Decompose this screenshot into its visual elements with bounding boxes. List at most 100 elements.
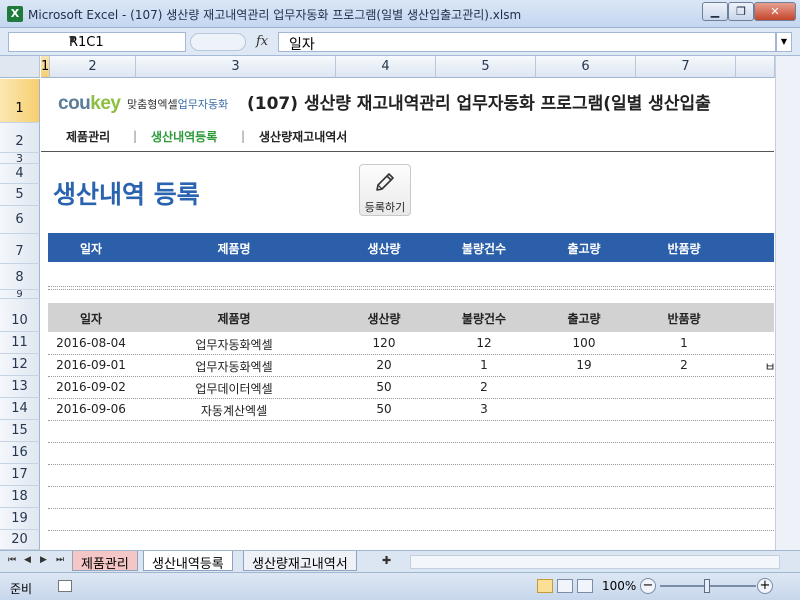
- cell-date[interactable]: 2016-09-06: [48, 402, 134, 416]
- column-header[interactable]: 4: [336, 56, 436, 78]
- row-header[interactable]: 18: [0, 486, 40, 508]
- vertical-scrollbar[interactable]: [775, 56, 800, 550]
- macro-record-icon[interactable]: [58, 580, 72, 592]
- sheet-tab-inventory-report[interactable]: 생산량재고내역서: [243, 551, 357, 572]
- row-header[interactable]: 10: [0, 299, 40, 332]
- cell-shipped[interactable]: 100: [534, 336, 634, 350]
- page-title: (107) 생산량 재고내역관리 업무자동화 프로그램(일별 생산입출: [247, 94, 711, 114]
- cell-defects[interactable]: 12: [434, 336, 534, 350]
- zoom-in-icon[interactable]: +: [757, 578, 773, 594]
- cell-extra[interactable]: ㅂ: [763, 358, 774, 375]
- formula-input[interactable]: 일자: [278, 32, 776, 53]
- cell-product[interactable]: 자동계산엑셀: [134, 402, 334, 419]
- row-header[interactable]: 3: [0, 153, 40, 164]
- input-header-returned: 반품량: [667, 242, 701, 256]
- status-bar: 준비 100% − +: [0, 572, 800, 600]
- page-layout-view-icon[interactable]: [557, 579, 573, 593]
- cell-defects[interactable]: 2: [434, 380, 534, 394]
- row-border: [48, 508, 774, 509]
- nav-item-production-entry[interactable]: 생산내역등록: [151, 128, 217, 145]
- sheet-tab-production-entry[interactable]: 생산내역등록: [143, 551, 233, 572]
- next-sheet-icon[interactable]: ▶: [40, 555, 47, 565]
- cell-produced[interactable]: 120: [334, 336, 434, 350]
- nav-divider: [41, 151, 774, 152]
- row-header[interactable]: 8: [0, 264, 40, 290]
- section-title: 생산내역 등록: [53, 180, 200, 209]
- cell-date[interactable]: 2016-09-02: [48, 380, 134, 394]
- page-break-view-icon[interactable]: [577, 579, 593, 593]
- row-header[interactable]: 15: [0, 420, 40, 442]
- nav-item-products[interactable]: 제품관리: [66, 128, 110, 145]
- restore-button[interactable]: ❐: [728, 2, 754, 21]
- select-all-corner[interactable]: [0, 56, 40, 78]
- column-header-partial[interactable]: [736, 56, 775, 78]
- cell-returned[interactable]: 2: [634, 358, 734, 372]
- column-header[interactable]: 6: [536, 56, 636, 78]
- row-header[interactable]: 5: [0, 184, 40, 206]
- minimize-button[interactable]: ▁: [702, 2, 728, 21]
- normal-view-icon[interactable]: [537, 579, 553, 593]
- column-header[interactable]: 3: [136, 56, 336, 78]
- register-button[interactable]: 등록하기: [359, 164, 411, 216]
- zoom-slider-thumb[interactable]: [704, 579, 710, 593]
- input-header-shipped: 출고량: [567, 242, 601, 256]
- input-table-header: 일자 제품명 생산량 불량건수 출고량 반품량: [48, 233, 774, 262]
- zoom-level[interactable]: 100%: [602, 579, 636, 593]
- row-header[interactable]: 1: [0, 79, 40, 123]
- row-header[interactable]: 13: [0, 376, 40, 398]
- list-header-defects: 불량건수: [461, 312, 507, 326]
- column-header[interactable]: 2: [50, 56, 136, 78]
- insert-sheet-icon[interactable]: ✚: [382, 554, 391, 567]
- input-header-product: 제품명: [217, 242, 251, 256]
- cell-product[interactable]: 업무자동화엑셀: [134, 336, 334, 353]
- expand-formula-bar-icon[interactable]: ▼: [776, 32, 792, 52]
- cell-product[interactable]: 업무자동화엑셀: [134, 358, 334, 375]
- row-header[interactable]: 12: [0, 354, 40, 376]
- cell-returned[interactable]: 1: [634, 336, 734, 350]
- first-sheet-icon[interactable]: ⏮: [8, 555, 16, 565]
- cell-shipped[interactable]: 19: [534, 358, 634, 372]
- row-header[interactable]: 14: [0, 398, 40, 420]
- row-border: [48, 464, 774, 465]
- cell-defects[interactable]: 3: [434, 402, 534, 416]
- cell-date[interactable]: 2016-09-01: [48, 358, 134, 372]
- row-border: [48, 420, 774, 421]
- cell-produced[interactable]: 50: [334, 402, 434, 416]
- row-header[interactable]: 6: [0, 206, 40, 234]
- horizontal-scrollbar[interactable]: [410, 555, 780, 569]
- cell-defects[interactable]: 1: [434, 358, 534, 372]
- list-table-header: 일자 제품명 생산량 불량건수 출고량 반품량: [48, 303, 774, 332]
- row-header[interactable]: 19: [0, 508, 40, 530]
- row-header[interactable]: 2: [0, 123, 40, 153]
- row-header[interactable]: 4: [0, 164, 40, 184]
- row-header[interactable]: 20: [0, 530, 40, 550]
- zoom-out-icon[interactable]: −: [640, 578, 656, 594]
- list-header-shipped: 출고량: [567, 312, 601, 326]
- column-header[interactable]: 7: [636, 56, 736, 78]
- column-header[interactable]: 1: [41, 56, 50, 78]
- title-bar: X Microsoft Excel - (107) 생산량 재고내역관리 업무자…: [0, 0, 800, 28]
- nav-item-inventory-report[interactable]: 생산량재고내역서: [259, 128, 347, 145]
- sheet-tab-products[interactable]: 제품관리: [72, 551, 138, 572]
- cell-product[interactable]: 업무데이터엑셀: [134, 380, 334, 397]
- function-icon[interactable]: fx: [256, 34, 268, 49]
- row-header[interactable]: 7: [0, 234, 40, 264]
- chevron-down-icon[interactable]: ▼: [69, 35, 181, 45]
- close-button[interactable]: ✕: [754, 2, 796, 21]
- nav-separator: |: [241, 129, 246, 143]
- cell-produced[interactable]: 50: [334, 380, 434, 394]
- row-header[interactable]: 17: [0, 464, 40, 486]
- row-header[interactable]: 11: [0, 332, 40, 354]
- row-header[interactable]: 9: [0, 290, 40, 300]
- cell-produced[interactable]: 20: [334, 358, 434, 372]
- column-header[interactable]: 5: [436, 56, 536, 78]
- input-header-defects: 불량건수: [461, 242, 507, 256]
- cell-date[interactable]: 2016-08-04: [48, 336, 134, 350]
- last-sheet-icon[interactable]: ⏭: [56, 555, 64, 565]
- name-box[interactable]: R1C1 ▼: [8, 32, 186, 52]
- sheet-tab-bar: ⏮ ◀ ▶ ⏭ 제품관리 생산내역등록 생산량재고내역서 ✚: [0, 550, 800, 572]
- prev-sheet-icon[interactable]: ◀: [24, 555, 31, 565]
- worksheet[interactable]: coukey 맞춤형엑셀업무자동화 (107) 생산량 재고내역관리 업무자동화…: [41, 79, 774, 550]
- excel-app-icon[interactable]: X: [7, 6, 23, 22]
- row-header[interactable]: 16: [0, 442, 40, 464]
